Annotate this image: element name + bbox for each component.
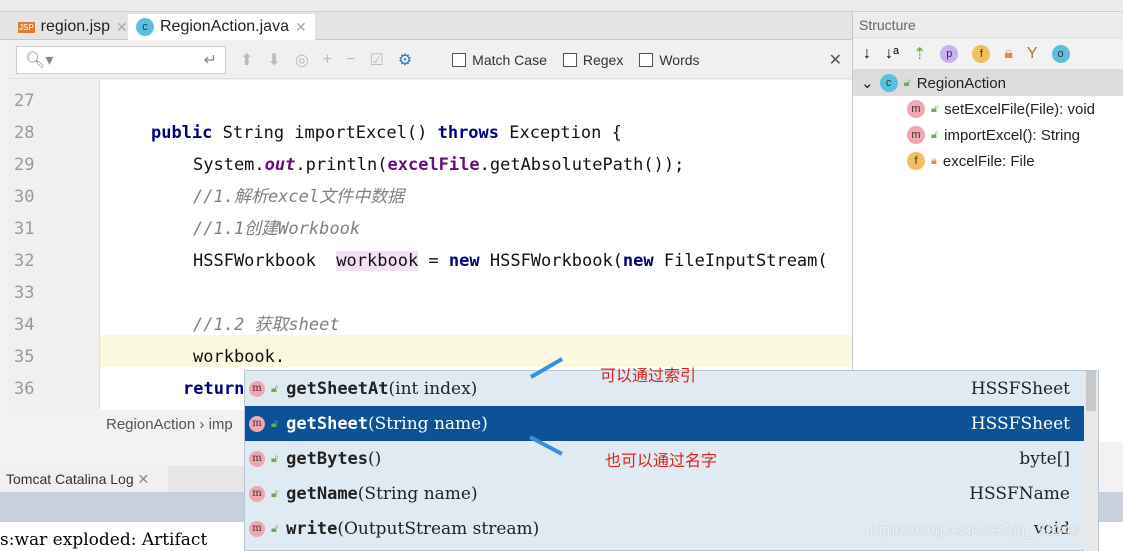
class-icon: c [879,74,898,92]
previous-occurrence-icon[interactable]: ⬆ [240,50,253,70]
search-icon: 🔍︎▾ [25,51,54,69]
method-icon: m [249,380,265,397]
completion-item[interactable]: m 🔓︎ getName (String name) HSSFName [245,476,1098,511]
panel-title: Structure [853,12,1123,38]
breadcrumb[interactable]: RegionAction › imp [100,412,260,440]
public-icon: 🔓︎ [271,416,279,430]
public-icon: 🔓︎ [931,128,939,141]
field-icon: f [907,152,925,170]
close-icon[interactable]: ✕ [829,50,842,70]
properties-icon[interactable]: p [940,44,959,63]
method-icon: m [907,100,925,118]
fields-icon[interactable]: f [972,44,991,63]
code-line: 32 HSSFWorkbook workbook = new HSSFWorkbo… [14,251,828,271]
non-public-icon[interactable]: 🔒︎ [1004,45,1013,63]
code-line: 31//1.1创建Workbook [14,219,361,239]
method-icon: m [249,485,265,502]
tree-item[interactable]: m 🔓︎ setExcelFile(File): void [853,96,1123,122]
method-icon: m [249,415,265,432]
sort-by-visibility-icon[interactable]: ↓ [863,45,871,63]
public-icon: 🔓︎ [271,521,279,535]
find-all-icon[interactable]: ◎ [295,50,309,70]
search-input[interactable]: 🔍︎▾ ↵ [16,45,226,74]
annotation-name: 也可以通过名字 [605,453,718,470]
code-line: 35 workbook. [14,347,286,367]
code-lines: 27 28 public String importExcel() throws … [8,75,852,410]
editor-tabs: JSP region.jsp ✕ c RegionAction.java ✕ [0,12,852,40]
public-icon: 🔓︎ [271,486,279,500]
regex-checkbox[interactable]: Regex [562,52,623,68]
public-icon: 🔓︎ [271,381,279,395]
watermark: https://blog.csdn.net/qq_ 53340 [870,522,1080,539]
code-line: 30//1.解析excel文件中数据 [14,187,405,207]
public-icon: 🔓︎ [903,76,911,89]
enter-icon: ↵ [203,51,217,69]
tree-item[interactable]: f 🔒︎ excelFile: File [853,148,1123,174]
tree-root[interactable]: ⌄ c 🔓︎ RegionAction [853,70,1123,96]
anonymous-icon[interactable]: o [1051,44,1070,63]
select-all-icon[interactable]: ☑ [369,50,383,70]
code-line: 27 [14,91,35,111]
show-inherited-icon[interactable]: ⇡ [913,44,926,64]
tab-label: region.jsp [40,18,111,35]
words-checkbox[interactable]: Words [639,52,700,68]
close-icon[interactable]: ✕ [116,19,128,36]
tab-label: RegionAction.java [160,18,289,35]
popup-scrollbar[interactable] [1084,371,1098,551]
chevron-down-icon[interactable]: ⌄ [861,74,874,92]
close-icon[interactable]: ✕ [295,19,307,36]
sort-alpha-icon[interactable]: ↓ᵃ [885,45,899,63]
annotation-index: 可以通过索引 [600,368,697,385]
tab-tomcat-catalina-log[interactable]: Tomcat Catalina Log ✕ [0,466,168,492]
gear-icon[interactable]: ⚙ [398,50,412,70]
tree-item[interactable]: m 🔓︎ importExcel(): String [853,122,1123,148]
tab-region-jsp[interactable]: JSP region.jsp ✕ [10,14,136,40]
method-icon: m [249,450,265,467]
class-icon: c [136,18,154,36]
hierarchy-icon[interactable]: Y [1027,45,1038,63]
add-selection-icon[interactable]: + [323,51,332,69]
method-icon: m [907,126,925,144]
public-icon: 🔓︎ [271,451,279,465]
tab-regionaction-java[interactable]: c RegionAction.java ✕ [128,14,315,40]
code-line: 29 System.out.println(excelFile.getAbsolu… [14,155,685,175]
code-line: 34//1.2 获取sheet [14,315,340,335]
close-icon[interactable]: ✕ [138,471,150,487]
structure-toolbar: ↓ ↓ᵃ ⇡ p f 🔒︎ Y o [853,38,1123,70]
completion-item-selected[interactable]: m 🔓︎ getSheet (String name) HSSFSheet [245,406,1098,441]
method-icon: m [249,520,265,537]
next-occurrence-icon[interactable]: ⬇ [267,50,280,70]
code-line: 28 public String importExcel() throws Exc… [14,123,622,143]
find-bar: 🔍︎▾ ↵ ⬆ ⬇ ◎ + − ☑ ⚙ Match Case Regex Word… [8,41,852,79]
private-icon: 🔒︎ [931,154,937,167]
match-case-checkbox[interactable]: Match Case [452,52,547,68]
public-icon: 🔓︎ [931,102,939,115]
remove-selection-icon[interactable]: − [346,51,355,69]
code-line: 33 [14,283,35,303]
jsp-file-icon: JSP [18,21,35,33]
navigation-bar [0,0,1123,12]
